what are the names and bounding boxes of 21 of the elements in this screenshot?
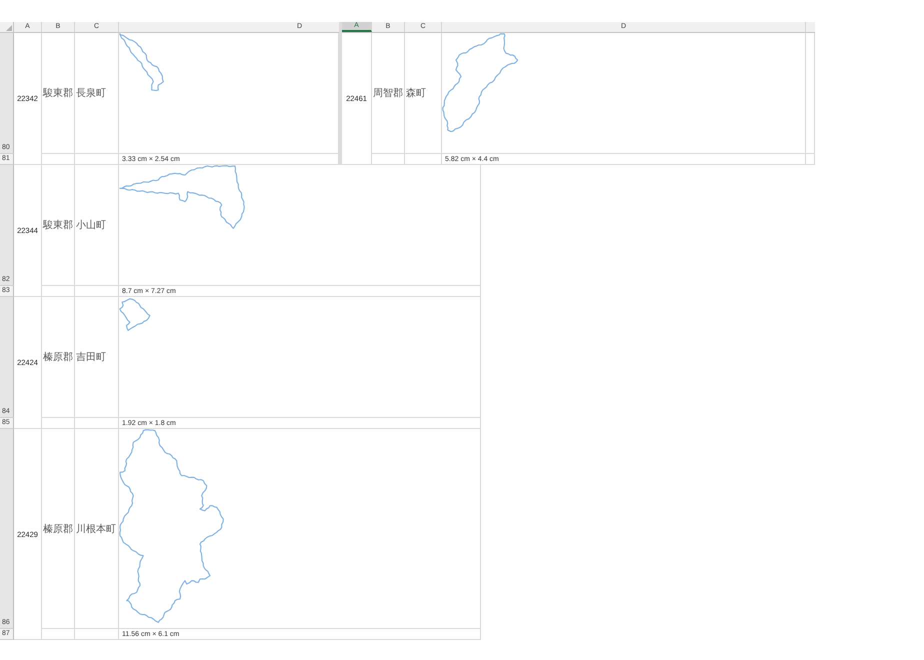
- table-cell: [42, 629, 75, 640]
- table-cell: 小山町: [75, 165, 119, 286]
- table-cell: 森町: [405, 33, 442, 154]
- table-cell: 周智郡: [372, 33, 405, 154]
- table-cell: 長泉町: [75, 33, 119, 154]
- map-outline-drawing: [119, 298, 151, 331]
- table-cell: [75, 629, 119, 640]
- table-cell: [75, 286, 119, 297]
- table-cell: [42, 154, 75, 165]
- table-cell: 駿東郡: [42, 33, 75, 154]
- table-cell: 榛原郡: [42, 297, 75, 418]
- table-cell: [75, 154, 119, 165]
- table-cell: 榛原郡: [42, 429, 75, 629]
- corner-triangle-icon: [6, 25, 12, 31]
- table-cell: [42, 286, 75, 297]
- table-cell: 駿東郡: [42, 165, 75, 286]
- table-cell: 吉田町: [75, 297, 119, 418]
- table-cell: [42, 418, 75, 429]
- table-cell: [75, 418, 119, 429]
- map-outline-drawing: [119, 33, 164, 92]
- table-cell: 川根本町: [75, 429, 119, 629]
